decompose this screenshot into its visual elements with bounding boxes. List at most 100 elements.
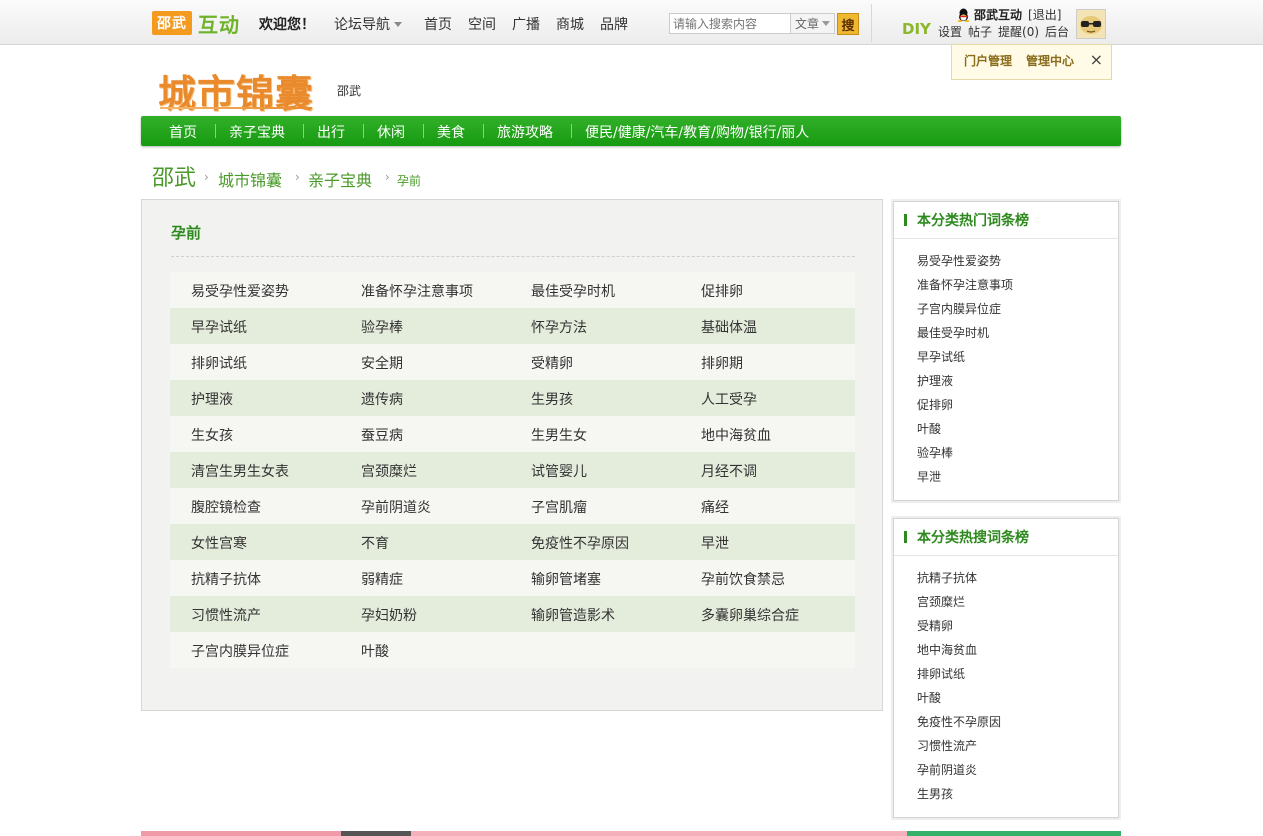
sidebar-term-link[interactable]: 最佳受孕时机 xyxy=(917,321,1118,345)
sidebar-term-link[interactable]: 易受孕性爱姿势 xyxy=(917,249,1118,273)
term-link[interactable]: 子宫肌瘤 xyxy=(531,497,587,517)
term-link[interactable]: 生男生女 xyxy=(531,425,587,445)
term-link[interactable]: 遗传病 xyxy=(361,389,403,409)
term-link[interactable]: 生女孩 xyxy=(191,425,233,445)
term-link[interactable]: 多囊卵巢综合症 xyxy=(701,605,799,625)
portal-manage-link[interactable]: 门户管理 xyxy=(964,52,1012,69)
term-link[interactable]: 不育 xyxy=(361,533,389,553)
sidebar-term-link[interactable]: 叶酸 xyxy=(917,417,1118,441)
term-link[interactable]: 腹腔镜检查 xyxy=(191,497,261,517)
sidebar-term-link[interactable]: 早孕试纸 xyxy=(917,345,1118,369)
sidebar-term-link[interactable]: 地中海贫血 xyxy=(917,638,1118,662)
term-link[interactable]: 排卵期 xyxy=(701,353,743,373)
main-nav-leisure[interactable]: 休闲 xyxy=(377,122,405,142)
reminders-link[interactable]: 提醒(0) xyxy=(998,23,1039,40)
term-link[interactable]: 生男孩 xyxy=(531,389,573,409)
sidebar-term-link[interactable]: 促排卵 xyxy=(917,393,1118,417)
term-link[interactable]: 怀孕方法 xyxy=(531,317,587,337)
toolbar-divider xyxy=(871,4,872,42)
sidebar-term-link[interactable]: 早泄 xyxy=(917,465,1118,489)
term-link[interactable]: 促排卵 xyxy=(701,281,743,301)
top-nav-mall[interactable]: 商城 xyxy=(556,14,584,34)
sidebar-term-link[interactable]: 子宫内膜异位症 xyxy=(917,297,1118,321)
site-logo[interactable]: 城市锦囊 xyxy=(158,63,314,118)
avatar[interactable] xyxy=(1076,9,1106,39)
sidebar-term-link[interactable]: 排卵试纸 xyxy=(917,662,1118,686)
term-link[interactable]: 弱精症 xyxy=(361,569,403,589)
search-type-label: 文章 xyxy=(795,17,820,31)
term-link[interactable]: 验孕棒 xyxy=(361,317,403,337)
top-nav-brand[interactable]: 品牌 xyxy=(600,14,628,34)
term-link[interactable]: 基础体温 xyxy=(701,317,757,337)
term-link[interactable]: 易受孕性爱姿势 xyxy=(191,281,289,301)
site-brand-logo[interactable]: 邵武 互动 xyxy=(152,11,240,37)
term-link[interactable]: 受精卵 xyxy=(531,353,573,373)
settings-link[interactable]: 设置 xyxy=(938,23,962,40)
admin-backend-link[interactable]: 后台 xyxy=(1045,23,1069,40)
top-nav-broadcast[interactable]: 广播 xyxy=(512,14,540,34)
term-link[interactable]: 抗精子抗体 xyxy=(191,569,261,589)
term-link[interactable]: 痛经 xyxy=(701,497,729,517)
term-link[interactable]: 免疫性不孕原因 xyxy=(531,533,629,553)
main-nav-food[interactable]: 美食 xyxy=(437,122,465,142)
sidebar-term-link[interactable]: 护理液 xyxy=(917,369,1118,393)
term-link[interactable]: 孕前饮食禁忌 xyxy=(701,569,785,589)
main-nav-tourism[interactable]: 旅游攻略 xyxy=(497,122,553,142)
close-icon[interactable]: × xyxy=(1090,50,1103,69)
term-link[interactable]: 安全期 xyxy=(361,353,403,373)
sidebar-term-link[interactable]: 准备怀孕注意事项 xyxy=(917,273,1118,297)
term-link[interactable]: 叶酸 xyxy=(361,641,389,661)
term-link[interactable]: 月经不调 xyxy=(701,461,757,481)
term-link[interactable]: 蚕豆病 xyxy=(361,425,403,445)
posts-link[interactable]: 帖子 xyxy=(968,23,992,40)
banner-segment xyxy=(141,831,341,836)
term-link[interactable]: 试管婴儿 xyxy=(531,461,587,481)
sidebar-term-link[interactable]: 叶酸 xyxy=(917,686,1118,710)
sidebar-term-link[interactable]: 习惯性流产 xyxy=(917,734,1118,758)
hot-terms-list: 易受孕性爱姿势 准备怀孕注意事项 子宫内膜异位症 最佳受孕时机 早孕试纸 护理液 促排卵 叶酸… xyxy=(894,239,1118,489)
bottom-banner[interactable] xyxy=(141,831,1121,836)
user-name-link[interactable]: 邵武互动 xyxy=(974,6,1022,23)
term-link[interactable]: 女性宫寒 xyxy=(191,533,247,553)
term-link[interactable]: 宫颈糜烂 xyxy=(361,461,417,481)
term-link[interactable]: 早孕试纸 xyxy=(191,317,247,337)
sidebar-term-link[interactable]: 验孕棒 xyxy=(917,441,1118,465)
term-row: 易受孕性爱姿势 准备怀孕注意事项 最佳受孕时机 促排卵 xyxy=(170,272,855,308)
term-link[interactable]: 孕妇奶粉 xyxy=(361,605,417,625)
term-link[interactable]: 孕前阴道炎 xyxy=(361,497,431,517)
breadcrumb-city[interactable]: 邵武 xyxy=(152,160,196,192)
main-nav-parenting[interactable]: 亲子宝典 xyxy=(229,122,285,142)
term-link[interactable]: 输卵管堵塞 xyxy=(531,569,601,589)
sidebar-term-link[interactable]: 宫颈糜烂 xyxy=(917,590,1118,614)
term-link[interactable]: 子宫内膜异位症 xyxy=(191,641,289,661)
top-nav-home[interactable]: 首页 xyxy=(424,14,452,34)
logout-link[interactable]: [退出] xyxy=(1028,6,1061,23)
term-link[interactable]: 地中海贫血 xyxy=(701,425,771,445)
diy-button[interactable]: DIY xyxy=(902,20,931,38)
breadcrumb-city-guide[interactable]: 城市锦囊 xyxy=(218,167,282,191)
sidebar-term-link[interactable]: 受精卵 xyxy=(917,614,1118,638)
term-link[interactable]: 清宫生男生女表 xyxy=(191,461,289,481)
manage-center-link[interactable]: 管理中心 xyxy=(1026,52,1074,69)
main-nav-home[interactable]: 首页 xyxy=(169,122,197,142)
main-nav-services[interactable]: 便民/健康/汽车/教育/购物/银行/丽人 xyxy=(585,122,809,142)
term-link[interactable]: 排卵试纸 xyxy=(191,353,247,373)
term-link[interactable]: 护理液 xyxy=(191,389,233,409)
term-link[interactable]: 早泄 xyxy=(701,533,729,553)
search-input[interactable] xyxy=(670,14,791,33)
sidebar-term-link[interactable]: 抗精子抗体 xyxy=(917,566,1118,590)
term-link[interactable]: 准备怀孕注意事项 xyxy=(361,281,473,301)
sidebar-term-link[interactable]: 生男孩 xyxy=(917,782,1118,806)
sidebar-term-link[interactable]: 孕前阴道炎 xyxy=(917,758,1118,782)
search-button[interactable]: 搜 xyxy=(837,13,859,35)
term-link[interactable]: 人工受孕 xyxy=(701,389,757,409)
breadcrumb-parenting[interactable]: 亲子宝典 xyxy=(308,167,372,191)
search-type-select[interactable]: 文章 xyxy=(791,13,835,34)
main-nav-travel[interactable]: 出行 xyxy=(317,122,345,142)
top-nav-space[interactable]: 空间 xyxy=(468,14,496,34)
term-link[interactable]: 输卵管造影术 xyxy=(531,605,615,625)
sidebar-term-link[interactable]: 免疫性不孕原因 xyxy=(917,710,1118,734)
term-link[interactable]: 最佳受孕时机 xyxy=(531,281,615,301)
term-link[interactable]: 习惯性流产 xyxy=(191,605,261,625)
forum-nav-dropdown[interactable]: 论坛导航 xyxy=(334,14,402,34)
